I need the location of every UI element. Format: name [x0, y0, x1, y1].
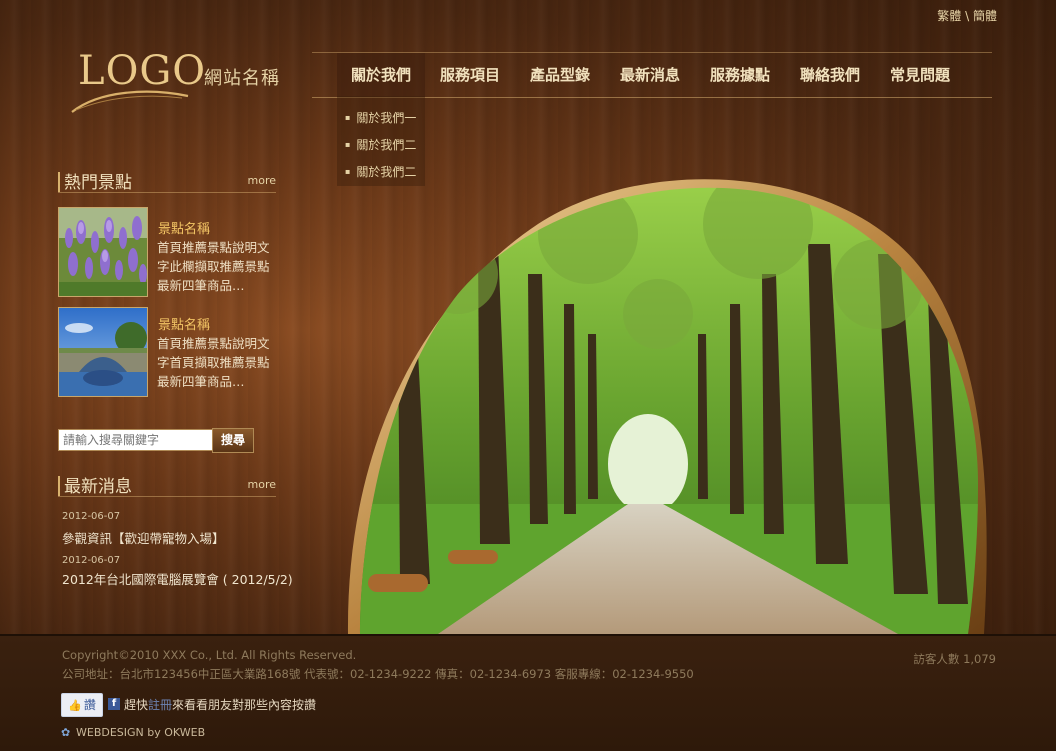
facebook-like-button[interactable]: 👍 讚 [61, 693, 103, 717]
site-logo[interactable]: LOGO [70, 44, 205, 114]
lang-traditional-link[interactable]: 繁體 [937, 9, 961, 23]
hero-forest-image [347, 179, 987, 634]
search-input[interactable] [58, 429, 218, 451]
facebook-icon: f [108, 698, 120, 710]
spot-description: 首頁推薦景點說明文字此欄擷取推薦景點最新四筆商品… [157, 240, 270, 293]
spot-thumbnail-lavender[interactable] [58, 207, 148, 297]
spot-name[interactable]: 景點名稱 [158, 218, 210, 237]
thumbs-up-icon: 👍 [68, 699, 82, 712]
news-more-link[interactable]: more [248, 478, 277, 491]
main-nav: 關於我們 服務項目 產品型錄 最新消息 服務據點 聯絡我們 常見問題 [312, 52, 992, 98]
nav-item-services[interactable]: 服務項目 [425, 53, 515, 97]
design-credit[interactable]: WEBDESIGN by OKWEB [76, 726, 205, 739]
spot-thumbnail-bridge[interactable] [58, 307, 148, 397]
news-item-title[interactable]: 參觀資訊【歡迎帶寵物入場】 [62, 528, 225, 547]
facebook-prompt: 趕快註冊來看看朋友對那些內容按讚 [124, 696, 316, 713]
lang-separator: \ [965, 9, 970, 23]
copyright-text: Copyright©2010 XXX Co., Ltd. All Rights … [62, 648, 357, 662]
nav-item-catalog[interactable]: 產品型錄 [515, 53, 605, 97]
like-label: 讚 [83, 698, 96, 712]
submenu-item[interactable]: 關於我們一 [345, 109, 416, 126]
lang-simplified-link[interactable]: 簡體 [973, 9, 997, 23]
company-address: 公司地址：台北市123456中正區大業路168號 代表號：02-1234-922… [62, 667, 694, 681]
hot-spots-header: 熱門景點 more [58, 170, 276, 193]
nav-item-contact[interactable]: 聯絡我們 [785, 53, 875, 97]
spot-name[interactable]: 景點名稱 [158, 314, 210, 333]
visitor-count: 訪客人數 1,079 [913, 652, 996, 666]
news-header: 最新消息 more [58, 474, 276, 497]
fb-prompt-suffix: 來看看朋友對那些內容按讚 [172, 698, 317, 712]
logo-swoosh-icon [71, 90, 189, 113]
nav-item-news[interactable]: 最新消息 [605, 53, 695, 97]
fb-register-link[interactable]: 註冊 [148, 698, 172, 712]
search-button[interactable]: 搜尋 [212, 428, 254, 453]
news-date: 2012-06-07 [62, 555, 121, 566]
news-item-title[interactable]: 2012年台北國際電腦展覽會 ( 2012/5/2) [62, 569, 293, 588]
news-title: 最新消息 [64, 477, 132, 497]
nav-item-about[interactable]: 關於我們 [337, 53, 425, 97]
site-name: 網站名稱 [204, 68, 280, 89]
nav-item-faq[interactable]: 常見問題 [875, 53, 965, 97]
globe-icon: ✿ [61, 726, 71, 739]
hot-spots-more-link[interactable]: more [248, 174, 277, 187]
news-date: 2012-06-07 [62, 511, 121, 522]
hot-spots-title: 熱門景點 [64, 173, 132, 193]
submenu-item[interactable]: 關於我們二 [345, 136, 416, 153]
spot-description: 首頁推薦景點說明文字首頁擷取推薦景點最新四筆商品… [157, 336, 270, 389]
nav-item-locations[interactable]: 服務據點 [695, 53, 785, 97]
language-switch: 繁體 \ 簡體 [937, 7, 997, 24]
fb-prompt-prefix: 趕快 [124, 698, 149, 712]
